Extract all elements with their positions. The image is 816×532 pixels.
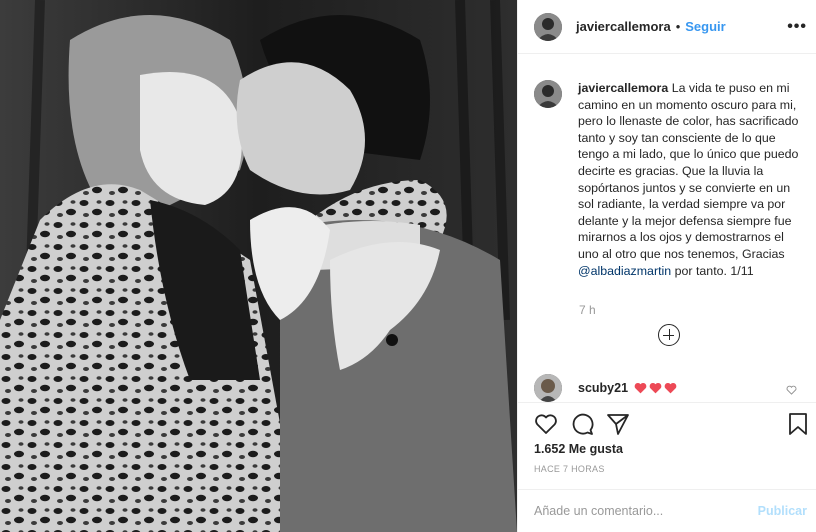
caption-time: 7 h [579, 303, 596, 317]
post-timestamp[interactable]: HACE 7 HORAS [534, 464, 605, 474]
comment-input[interactable]: Añade un comentario... [534, 504, 663, 518]
commenter-username[interactable]: scuby21 [578, 381, 628, 395]
caption-text: javiercallemora La vida te puso en mi ca… [578, 80, 808, 279]
red-heart-icon [634, 382, 647, 394]
caption-username[interactable]: javiercallemora [578, 81, 668, 95]
bookmark-icon[interactable] [786, 412, 810, 436]
plus-circle-icon[interactable] [658, 324, 680, 346]
likes-count[interactable]: 1.652 Me gusta [534, 442, 623, 456]
post-image [0, 0, 517, 532]
commenter-avatar[interactable] [534, 374, 562, 402]
caption-tail: por tanto. 1/11 [671, 263, 754, 278]
post-photo[interactable] [0, 0, 517, 532]
comment-like-icon[interactable] [786, 385, 797, 395]
action-bar [518, 402, 816, 442]
comment-bubble-icon[interactable] [570, 412, 594, 436]
paper-plane-icon[interactable] [606, 412, 630, 436]
more-options-icon[interactable]: ••• [787, 18, 807, 36]
publish-button[interactable]: Publicar [758, 504, 807, 518]
post-header: javiercallemora • Seguir ••• [518, 0, 816, 54]
caption-body: La vida te puso en mi camino en un momen… [578, 81, 799, 261]
comment-row: scuby21 [534, 373, 809, 403]
comment-composer: Añade un comentario... Publicar [518, 489, 816, 532]
red-heart-icon [649, 382, 662, 394]
caption-avatar[interactable] [534, 80, 562, 108]
author-username[interactable]: javiercallemora [576, 19, 671, 34]
red-heart-icon [664, 382, 677, 394]
follow-button[interactable]: Seguir [685, 19, 725, 34]
author-avatar[interactable] [534, 12, 562, 41]
heart-outline-icon[interactable] [534, 412, 558, 436]
caption-mention[interactable]: @albadiazmartin [578, 264, 671, 278]
header-separator: • [675, 19, 681, 34]
post-caption: javiercallemora La vida te puso en mi ca… [534, 80, 809, 279]
post-side-panel: javiercallemora • Seguir ••• javiercalle… [517, 0, 816, 532]
comment-hearts [634, 382, 677, 394]
